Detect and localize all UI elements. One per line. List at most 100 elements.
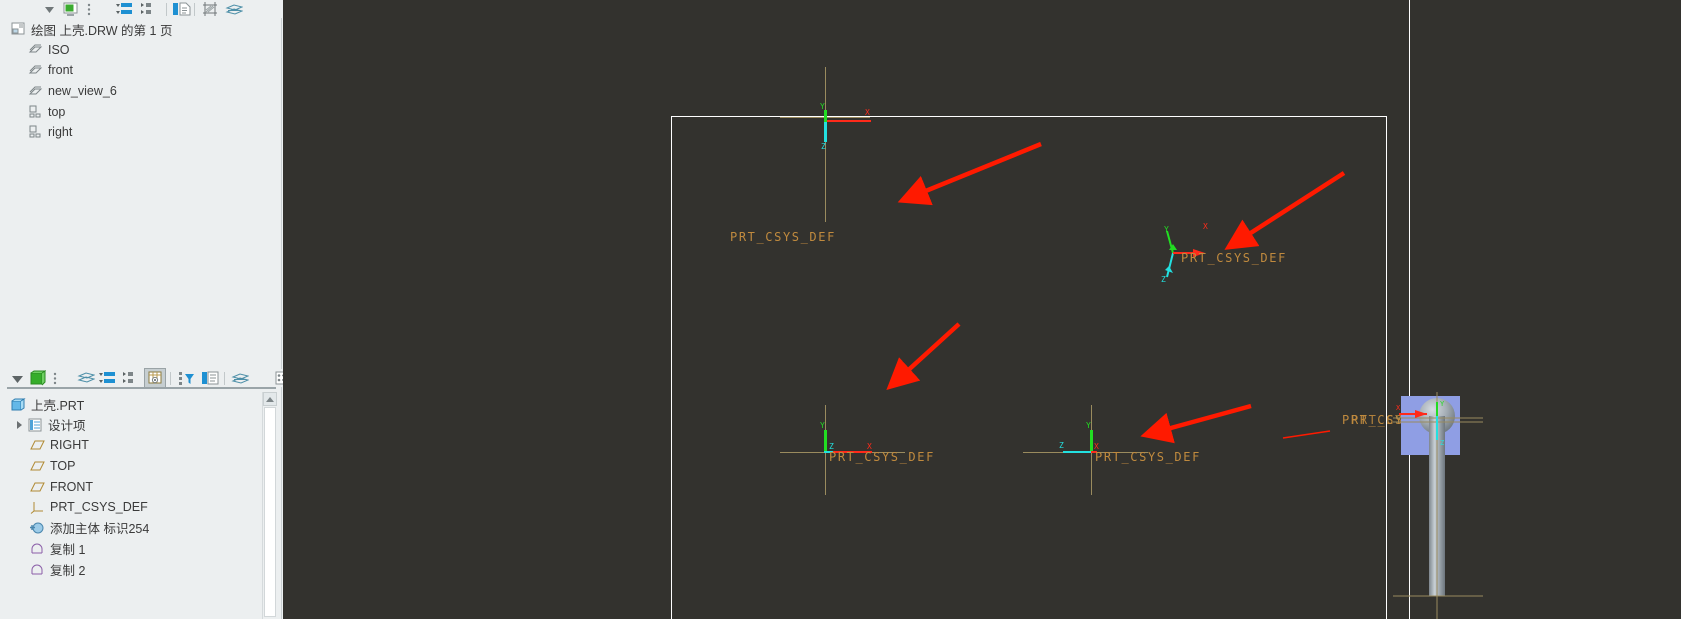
tree-row-label: FRONT [50, 479, 94, 494]
toolbar-separator [166, 2, 167, 16]
model-tree-scrollbar[interactable] [262, 392, 277, 619]
display-style-icon[interactable] [62, 1, 80, 17]
hatch-icon[interactable] [201, 1, 219, 17]
more-options-icon[interactable] [80, 1, 98, 17]
scroll-up-button[interactable] [263, 392, 277, 406]
tree-row-datum-front[interactable]: FRONT [0, 476, 282, 497]
collapse-all-icon[interactable] [139, 1, 157, 17]
drawing-tree-toolbar[interactable] [0, 0, 345, 18]
datum-plane-icon [29, 479, 45, 494]
tree-row-view-new_view_6[interactable]: new_view_6 [0, 81, 282, 102]
csys-z-axis [1063, 451, 1091, 453]
tree-row-label: PRT_CSYS_DEF [50, 500, 148, 515]
left-navigator-panel: 绘图 上壳.DRW 的第 1 页 ISO front new_view_6 to… [0, 0, 345, 619]
csys-label: PRT_CSYS_DEF [1095, 450, 1201, 464]
tree-row-label: 添加主体 标识254 [50, 522, 150, 537]
tree-row-label: 上壳.PRT [31, 398, 85, 413]
csys-z-label: Z [821, 142, 826, 151]
tree-row-view-right[interactable]: right [0, 122, 282, 143]
toolbar-separator [194, 2, 195, 16]
tree-row-label: new_view_6 [48, 84, 117, 99]
view-icon [27, 63, 43, 78]
tree-row-label: RIGHT [50, 438, 89, 453]
filter-icon[interactable] [177, 370, 195, 386]
tree-row-part-root[interactable]: 上壳.PRT [0, 394, 282, 415]
csys-x-label: X [1203, 222, 1208, 231]
csys-z-axis [824, 122, 827, 142]
tree-row-label: ISO [48, 42, 70, 57]
drawing-tree[interactable]: 绘图 上壳.DRW 的第 1 页 ISO front new_view_6 to… [0, 19, 282, 344]
csys-label: PRT_CSYS_DEF [1181, 251, 1287, 265]
dropdown-arrow-icon[interactable] [40, 1, 58, 17]
tree-row-view-iso[interactable]: ISO [0, 40, 282, 61]
tree-row-drawing-root[interactable]: 绘图 上壳.DRW 的第 1 页 [0, 19, 282, 40]
toolbar-separator [170, 371, 171, 385]
datum-plane-icon [29, 438, 45, 453]
layers-icon[interactable] [225, 1, 243, 17]
columns-icon[interactable] [201, 370, 219, 386]
expand-all-icon[interactable] [98, 370, 116, 386]
tree-row-copy-1[interactable]: 复制 1 [0, 538, 282, 559]
csys-icon [29, 500, 45, 515]
tree-row-datum-top[interactable]: TOP [0, 456, 282, 477]
tree-row-label: TOP [50, 459, 76, 474]
csys-label: PRT_CSYS_DEF [730, 230, 836, 244]
tree-row-datum-right[interactable]: RIGHT [0, 435, 282, 456]
drawing-sheet-border [671, 116, 1387, 619]
csys-z-label: Z [1059, 441, 1064, 450]
view-icon [27, 84, 43, 99]
csys-y-label: Y [1164, 225, 1169, 234]
tree-row-add-body[interactable]: 添加主体 标识254 [0, 518, 282, 539]
csys-y-label: Y [820, 102, 825, 111]
tree-filters-icon[interactable] [144, 368, 166, 388]
tree-row-copy-2[interactable]: 复制 2 [0, 559, 282, 580]
application-window: 绘图 上壳.DRW 的第 1 页 ISO front new_view_6 to… [0, 0, 1681, 619]
svg-text:Z: Z [1440, 439, 1444, 447]
csys-y-axis [824, 430, 827, 452]
collapse-all-icon[interactable] [121, 370, 139, 386]
tree-row-label: 设计项 [48, 419, 86, 434]
copy-feature-icon [29, 541, 45, 556]
tree-row-view-front[interactable]: front [0, 60, 282, 81]
ball-stud-part[interactable]: X Y Z [1393, 392, 1483, 619]
tree-row-csys-def[interactable]: PRT_CSYS_DEF [0, 497, 282, 518]
part-icon [10, 397, 26, 412]
csys-x-axis [826, 120, 871, 122]
model-tree[interactable]: 上壳.PRT 设计项 RIGHT TOP FRONT PRT_CSYS_DEF … [0, 394, 282, 619]
tree-row-label: front [48, 63, 74, 78]
model-cube-icon[interactable] [28, 370, 46, 386]
tree-row-view-top[interactable]: top [0, 101, 282, 122]
expand-all-icon[interactable] [115, 1, 133, 17]
more-options-icon[interactable] [46, 370, 64, 386]
body-icon [29, 520, 45, 535]
csys-z-label: Z [1161, 275, 1166, 284]
csys-y-axis [1090, 430, 1093, 452]
show-tree-columns-icon[interactable] [173, 1, 191, 17]
view-manager-icon[interactable] [77, 370, 95, 386]
view-icon [27, 42, 43, 57]
projection-view-icon [27, 125, 43, 140]
datum-plane-icon [29, 459, 45, 474]
tree-row-label: top [48, 104, 66, 119]
toolbar-separator [224, 371, 225, 385]
scrollbar-track[interactable] [264, 407, 276, 617]
tree-row-label: right [48, 125, 73, 140]
model-tree-toolbar[interactable] [0, 368, 291, 388]
svg-text:X: X [1396, 404, 1401, 412]
design-items-icon [27, 417, 43, 432]
chevron-right-icon[interactable] [15, 420, 25, 430]
csys-y-label: Y [1086, 421, 1091, 430]
csys-label: PRT_CSYS_DEF [829, 450, 935, 464]
graphics-window[interactable]: Y X Z PRT_CSYS_DEF Y X Z PRT_CSYS_DEF Y … [283, 0, 1681, 619]
tree-row-design-items[interactable]: 设计项 [0, 415, 282, 436]
projection-view-icon [27, 104, 43, 119]
csys-y-axis [824, 110, 827, 122]
drawing-sheet-icon [10, 22, 26, 37]
tree-row-label: 复制 2 [50, 563, 86, 578]
tree-row-label: 复制 1 [50, 542, 86, 557]
layers-icon[interactable] [231, 370, 249, 386]
copy-feature-icon [29, 562, 45, 577]
dropdown-arrow-icon[interactable] [8, 370, 26, 386]
csys-x-label: X [865, 108, 870, 117]
tree-row-label: 绘图 上壳.DRW 的第 1 页 [31, 23, 173, 38]
